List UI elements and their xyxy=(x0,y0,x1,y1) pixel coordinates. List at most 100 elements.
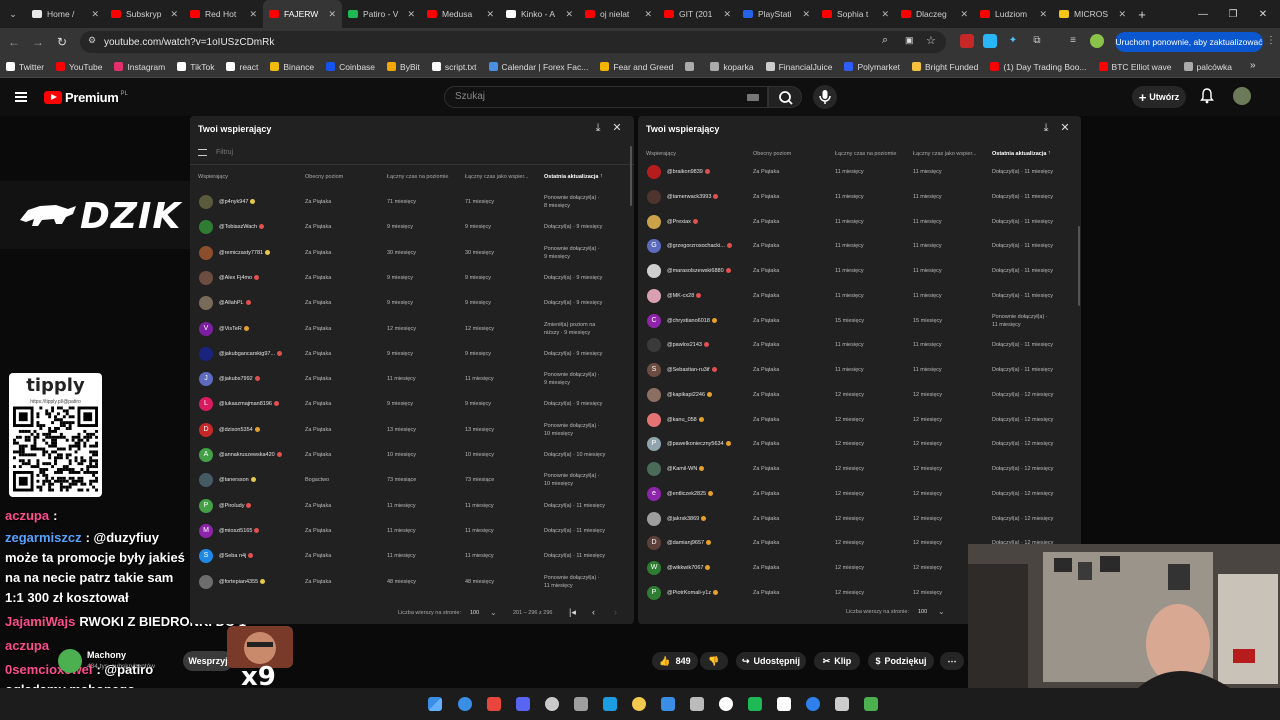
close-panel-icon[interactable]: ✕ xyxy=(1059,122,1071,134)
browser-tab[interactable]: Subskryp ✕ xyxy=(105,0,184,28)
table-row[interactable]: @jakrsk3869 Za Piątaka 12 miesięcy 12 miesi… xyxy=(638,507,1078,532)
next-page-icon[interactable]: › xyxy=(614,607,617,617)
bookmark-item[interactable]: Calendar | Forex Fac... xyxy=(488,62,588,72)
bookmark-item[interactable] xyxy=(685,62,698,71)
bookmark-item[interactable]: Coinbase xyxy=(326,62,375,72)
column-header[interactable]: Łączny czas na poziomie xyxy=(835,151,896,157)
prev-page-icon[interactable]: ‹ xyxy=(592,607,595,617)
table-row[interactable]: L @lukaszmajman8196 Za Piątaka 9 miesięcy 9 … xyxy=(190,392,630,417)
taskbar-app-icon[interactable] xyxy=(632,697,646,711)
bookmark-item[interactable]: BTC Elliot wave xyxy=(1098,62,1172,72)
table-row[interactable]: M @mioszi5165 Za Piątaka 11 miesięcy 11 mies… xyxy=(190,519,630,544)
url-field[interactable]: ⚙ youtube.com/watch?v=1oIUSzCDmRk ⌕ ▣ ☆ xyxy=(80,31,946,53)
tab-close-icon[interactable]: ✕ xyxy=(1039,9,1047,20)
table-row[interactable]: @kanu_058 Za Piątaka 12 miesięcy 12 miesięc… xyxy=(638,408,1078,433)
account-avatar[interactable] xyxy=(1233,87,1251,105)
rows-per-page-chevron-icon[interactable]: ⌄ xyxy=(938,607,945,616)
taskbar-app-icon[interactable] xyxy=(574,697,588,711)
taskbar-app-icon[interactable] xyxy=(603,697,617,711)
tab-close-icon[interactable]: ✕ xyxy=(1118,9,1126,20)
taskbar-app-icon[interactable] xyxy=(748,697,762,711)
tab-close-icon[interactable]: ✕ xyxy=(802,9,810,20)
column-header[interactable]: Wspierający xyxy=(198,174,228,180)
table-row[interactable]: @Prexiax Za Piątaka 11 miesięcy 11 miesięcy… xyxy=(638,210,1078,235)
column-header[interactable]: Łączny czas jako wspier... xyxy=(465,174,529,180)
table-row[interactable]: @braikon9839 Za Piątaka 11 miesięcy 11 mies… xyxy=(638,160,1078,185)
new-tab-button[interactable]: + xyxy=(1132,7,1152,22)
taskbar-app-icon[interactable] xyxy=(835,697,849,711)
rows-per-page-chevron-icon[interactable]: ⌄ xyxy=(490,608,497,617)
tab-close-icon[interactable]: ✕ xyxy=(960,9,968,20)
table-row[interactable]: C @chrystiano6018 Za Piątaka 15 miesięcy 15 … xyxy=(638,309,1078,334)
browser-tab[interactable]: PlayStati ✕ xyxy=(737,0,816,28)
minimize-icon[interactable]: — xyxy=(1188,0,1218,28)
table-row[interactable]: S @Sebastian-ru3if Za Piątaka 11 miesięcy 11… xyxy=(638,358,1078,383)
bookmark-item[interactable]: YouTube xyxy=(56,62,102,72)
filter-icon[interactable] xyxy=(198,149,207,156)
panel-right-scrollbar[interactable] xyxy=(1078,226,1080,306)
table-row[interactable]: @kapikapi2246 Za Piątaka 12 miesięcy 12 mie… xyxy=(638,383,1078,408)
keyboard-icon[interactable] xyxy=(747,94,759,101)
table-row[interactable]: @Kamil-WN Za Piątaka 12 miesięcy 12 miesięc… xyxy=(638,457,1078,482)
table-row[interactable]: S @Seba n4j Za Piątaka 11 miesięcy 11 miesię… xyxy=(190,544,630,569)
download-icon[interactable]: ⤓ xyxy=(1040,122,1052,134)
browser-tab[interactable]: Patiro - V ✕ xyxy=(342,0,421,28)
browser-menu-icon[interactable]: ⋮ xyxy=(1264,34,1278,48)
voice-search-button[interactable] xyxy=(813,85,837,109)
taskbar-app-icon[interactable] xyxy=(487,697,501,711)
video-player[interactable]: DZIK tipply https://tipply.pl/@patiro ac… xyxy=(0,116,1280,688)
more-actions-button[interactable]: ⋯ xyxy=(940,652,964,670)
reload-icon[interactable]: ↻ xyxy=(50,35,74,49)
browser-tab[interactable]: Medusa ✕ xyxy=(421,0,500,28)
filter-input[interactable]: Filtruj xyxy=(216,149,233,156)
browser-tab[interactable]: Red Hot ✕ xyxy=(184,0,263,28)
bookmark-item[interactable]: Instagram xyxy=(114,62,165,72)
search-input[interactable]: Szukaj xyxy=(444,86,768,108)
table-row[interactable]: @remiczasty7781 Za Piątaka 30 miesięcy 30 m… xyxy=(190,241,630,266)
bookmark-item[interactable]: FinancialJuice xyxy=(765,62,832,72)
rows-per-page-select[interactable]: 100 xyxy=(918,609,927,615)
bookmark-item[interactable]: (1) Day Trading Boo... xyxy=(990,62,1087,72)
site-info-icon[interactable]: ⚙ xyxy=(88,35,96,46)
column-header[interactable]: Ostatnia aktualizacja xyxy=(544,174,598,180)
table-row[interactable]: P @Piroludy Za Piątaka 11 miesięcy 11 miesię… xyxy=(190,494,630,519)
browser-tab[interactable]: Kinko - A ✕ xyxy=(500,0,579,28)
tab-close-icon[interactable]: ✕ xyxy=(486,9,494,20)
extension-icon-2[interactable] xyxy=(983,34,997,48)
extension-icon-1[interactable] xyxy=(960,34,974,48)
bookmarks-overflow-icon[interactable]: » xyxy=(1250,60,1256,71)
cast-icon[interactable]: ▣ xyxy=(905,35,914,46)
panel-left-scrollbar[interactable] xyxy=(630,146,632,206)
column-header[interactable]: Łączny czas jako wspier... xyxy=(913,151,977,157)
tab-close-icon[interactable]: ✕ xyxy=(249,9,257,20)
bookmark-item[interactable]: react xyxy=(226,62,258,72)
browser-tab[interactable]: MICROS ✕ xyxy=(1053,0,1132,28)
bookmark-item[interactable]: ByBit xyxy=(387,62,420,72)
table-row[interactable]: @p4nyk947 Za Piątaka 71 miesięcy 71 miesięc… xyxy=(190,190,630,215)
table-row[interactable]: @MK-cx28 Za Piątaka 11 miesięcy 11 miesięcy… xyxy=(638,284,1078,309)
menu-icon[interactable] xyxy=(15,92,27,102)
bookmark-item[interactable]: Polymarket xyxy=(844,62,900,72)
profile-icon[interactable] xyxy=(1090,34,1104,48)
taskbar-app-icon[interactable] xyxy=(806,697,820,711)
browser-tab[interactable]: Ludziom ✕ xyxy=(974,0,1053,28)
table-row[interactable]: @pawlos2143 Za Piątaka 11 miesięcy 11 miesi… xyxy=(638,333,1078,358)
taskbar-app-icon[interactable] xyxy=(690,697,704,711)
rows-per-page-select[interactable]: 100 xyxy=(470,610,479,616)
column-header[interactable]: Ostatnia aktualizacja xyxy=(992,151,1046,157)
thanks-button[interactable]: $ Podziękuj xyxy=(868,652,934,670)
column-header[interactable]: Wspierający xyxy=(646,151,676,157)
sort-arrow-icon[interactable]: ↑ xyxy=(600,173,603,179)
media-control-icon[interactable]: ≡ xyxy=(1066,34,1080,48)
notifications-bell-icon[interactable] xyxy=(1200,88,1214,104)
extensions-puzzle-icon[interactable]: ⧉ xyxy=(1030,34,1044,48)
table-row[interactable]: @AllahPL Za Piątaka 9 miesięcy 9 miesięcy Do… xyxy=(190,291,630,316)
browser-tab[interactable]: oj nielat ✕ xyxy=(579,0,658,28)
close-window-icon[interactable]: ✕ xyxy=(1248,0,1278,28)
bookmark-item[interactable]: TikTok xyxy=(177,62,214,72)
taskbar-app-icon[interactable] xyxy=(864,697,878,711)
table-row[interactable]: @TobiaszWach Za Piątaka 9 miesięcy 9 miesię… xyxy=(190,215,630,240)
browser-tab[interactable]: Sophia t ✕ xyxy=(816,0,895,28)
browser-tab[interactable]: Home / ✕ xyxy=(26,0,105,28)
tab-search-icon[interactable]: ⌄ xyxy=(0,9,26,20)
